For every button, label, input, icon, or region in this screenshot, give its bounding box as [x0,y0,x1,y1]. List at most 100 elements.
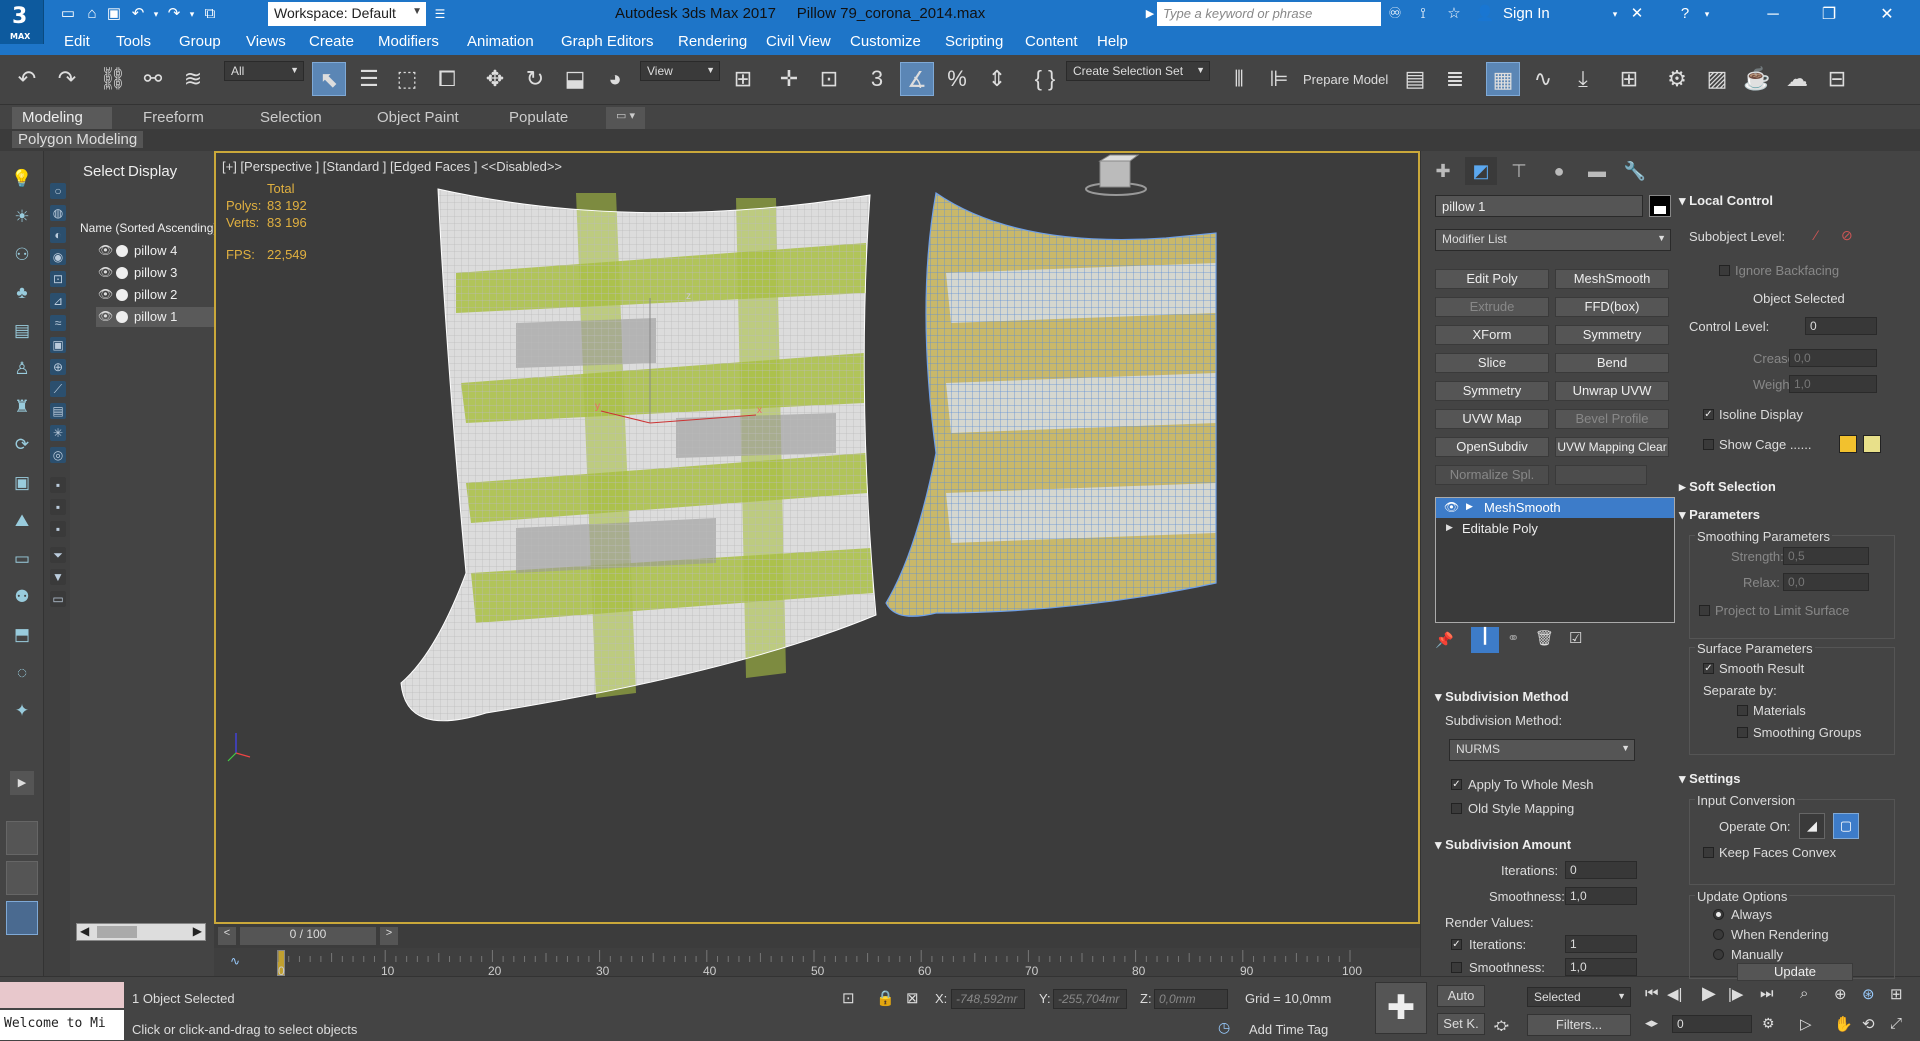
menu-views[interactable]: Views [246,33,286,50]
freeze-dot-icon[interactable] [116,245,128,257]
stack-eye-icon[interactable]: 👁 [1444,500,1459,514]
percent-snap-icon[interactable]: % [940,62,974,96]
menu-civil-view[interactable]: Civil View [766,33,831,50]
key-filters-icon[interactable]: ⛮ [1494,1017,1509,1034]
hierarchy-tab-icon[interactable]: ⊤ [1503,157,1535,185]
render-iterations-checkbox[interactable]: ✓ [1451,939,1462,950]
rect-selection-icon[interactable]: ⬚ [390,62,424,96]
maximize-viewport-icon[interactable]: ⤢ [1890,1015,1902,1032]
workspace-menu-icon[interactable]: ☰ [430,4,450,24]
add-time-tag-label[interactable]: Add Time Tag [1249,1022,1328,1037]
remove-modifier-icon[interactable]: 🗑 [1535,629,1554,647]
reference-coordinate-dropdown[interactable]: View ▼ [640,61,720,81]
display-xrefs-icon[interactable]: ⊕ [50,359,66,375]
subobject-vertex-icon[interactable]: ⁄ [1815,227,1817,243]
smoothness-spinner[interactable]: 1,0 [1565,887,1637,905]
scroll-thumb[interactable] [97,926,137,938]
make-unique-icon[interactable]: ⚭ [1507,629,1520,647]
display-containers-icon[interactable]: ▤ [50,403,66,419]
stack-item-editable-poly[interactable]: ▶ Editable Poly [1436,519,1674,539]
time-tag-icon[interactable]: ◷ [1218,1019,1230,1036]
scroll-right-icon[interactable]: ▶ [193,924,202,938]
viewport-layout-2-icon[interactable] [6,861,38,895]
cage-color-swatch-2[interactable] [1863,435,1881,453]
display-groups-icon[interactable]: ▣ [50,337,66,353]
zoom-extents-icon[interactable]: ⊛ [1862,985,1875,1003]
display-lights-icon[interactable]: ◉ [50,249,66,265]
ribbon-options-icon[interactable]: ▭ ▾ [606,107,645,129]
settings-rollout[interactable]: ▾ Settings [1679,771,1740,787]
explorer-option-3-icon[interactable]: ▪ [50,521,66,537]
weight-spinner[interactable]: 1,0 [1789,375,1877,393]
play-icon[interactable]: ▶ [1702,983,1716,1004]
scroll-left-icon[interactable]: ◀ [80,924,89,938]
modifier-symmetry-button[interactable]: Symmetry [1555,325,1669,345]
subdivision-amount-rollout[interactable]: ▾ Subdivision Amount [1435,837,1571,853]
freeze-dot-icon[interactable] [116,311,128,323]
placement-icon[interactable]: ◕ [598,62,632,96]
curve-editor-icon[interactable]: ∿ [1526,62,1560,96]
current-frame-field[interactable]: 0 [1672,1015,1752,1033]
render-iterations-spinner[interactable]: 1 [1565,935,1637,953]
time-slider-label[interactable]: 0 / 100 [240,927,376,945]
app-logo[interactable]: 3 MAX [0,0,44,44]
maxscript-mini-listener[interactable]: Welcome to Mi [0,1010,124,1040]
freeze-dot-icon[interactable] [116,289,128,301]
redo-icon[interactable]: ↷ [50,62,84,96]
scene-horizontal-scrollbar[interactable]: ◀ ▶ [76,923,206,941]
z-coord-field[interactable]: 0,0mm [1154,989,1228,1009]
select-manipulate-icon[interactable]: ✛ [772,62,806,96]
project-limit-checkbox[interactable] [1699,605,1710,616]
display-particles-icon[interactable]: ✳ [50,425,66,441]
menu-help[interactable]: Help [1097,33,1128,50]
crease-spinner[interactable]: 0,0 [1789,349,1877,367]
menu-animation[interactable]: Animation [467,33,534,50]
pivot-center-icon[interactable]: ⊞ [726,62,760,96]
favorites-star-icon[interactable]: ☆ [1444,4,1464,24]
filter-icon[interactable]: ▼ [50,569,66,585]
modifier-symmetry-2-button[interactable]: Symmetry [1435,381,1549,401]
help-dropdown-icon[interactable]: ▾ [1697,4,1717,24]
menu-rendering[interactable]: Rendering [678,33,747,50]
update-button[interactable]: Update [1737,963,1853,981]
mirror-icon[interactable]: ⫴ [1222,62,1256,96]
y-coord-field[interactable]: -255,704mr [1053,989,1127,1009]
maxscript-listener[interactable] [0,982,124,1008]
bind-spacewarp-icon[interactable]: ≋ [176,62,210,96]
sign-in-link[interactable]: Sign In [1503,5,1550,22]
tab-selection[interactable]: Selection [250,107,332,129]
operate-on-polygons-icon[interactable]: ▢ [1833,813,1859,839]
select-by-name-icon[interactable]: ☰ [352,62,386,96]
display-geometry-icon[interactable]: ◍ [50,205,66,221]
goto-end-icon[interactable]: ⏭ [1760,985,1774,1002]
viewport-label[interactable]: [+] [Perspective ] [Standard ] [Edged Fa… [222,159,562,174]
display-helpers-icon[interactable]: ⊿ [50,293,66,309]
keep-faces-convex-checkbox[interactable] [1703,847,1714,858]
scene-tab-display[interactable]: Display [128,163,177,180]
time-slider[interactable]: < 0 / 100 > [214,924,1420,948]
pillow-2-mesh[interactable] [885,191,1217,617]
orbit-icon[interactable]: ◌ [10,663,34,687]
menu-edit[interactable]: Edit [64,33,90,50]
time-prev-icon[interactable]: < [218,927,236,945]
menu-modifiers[interactable]: Modifiers [378,33,439,50]
maximize-button[interactable]: ❐ [1806,0,1852,29]
link-icon[interactable]: ⛓ [96,62,130,96]
next-frame-icon[interactable]: |▶ [1728,985,1743,1003]
render-iterative-icon[interactable]: ⊟ [1820,62,1854,96]
close-button[interactable]: ✕ [1864,0,1910,29]
parameters-rollout[interactable]: ▾ Parameters [1679,507,1760,523]
perspective-viewport[interactable]: [+] [Perspective ] [Standard ] [Edged Fa… [214,151,1420,924]
save-file-icon[interactable]: ▣ [104,4,124,24]
redo-dropdown-icon[interactable]: ▾ [182,4,202,24]
display-none-icon[interactable]: ○ [50,183,66,199]
object-color-swatch[interactable] [1649,195,1671,217]
prepare-model-label[interactable]: Prepare Model [1303,72,1388,87]
apply-whole-mesh-checkbox[interactable]: ✓ [1451,779,1462,790]
modifier-empty-button[interactable] [1555,465,1647,485]
modifier-ffd-box-button[interactable]: FFD(box) [1555,297,1669,317]
subobject-edge-icon[interactable]: ⊘ [1841,227,1853,244]
modifier-edit-poly-button[interactable]: Edit Poly [1435,269,1549,289]
isolate-selection-icon[interactable]: ⊡ [842,989,855,1007]
menu-scripting[interactable]: Scripting [945,33,1003,50]
